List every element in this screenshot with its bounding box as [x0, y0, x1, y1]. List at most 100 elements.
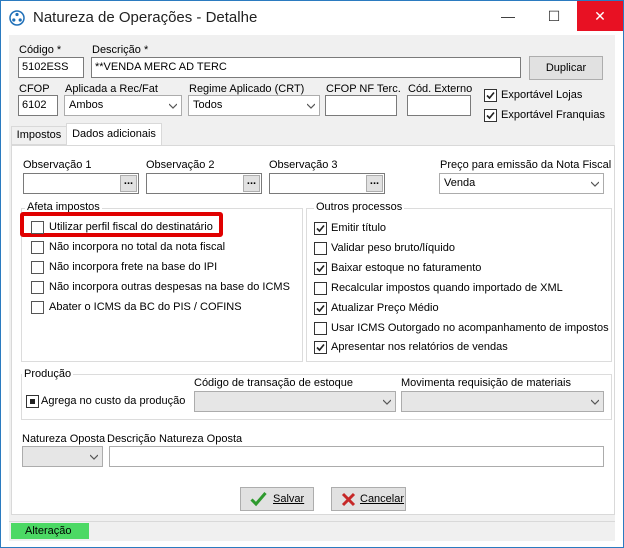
- natureza-oposta-label: Natureza Oposta: [22, 433, 106, 445]
- descricao-natureza-oposta-label: Descrição Natureza Oposta: [107, 433, 243, 445]
- checkmark-icon: [316, 343, 325, 352]
- status-bar: [9, 521, 615, 542]
- cancelar-label: Cancelar: [360, 493, 405, 505]
- movimenta-select[interactable]: [401, 391, 604, 412]
- outros-label-5: Atualizar Preço Médio: [331, 302, 439, 314]
- checkmark-icon: [250, 492, 267, 507]
- exportavel-lojas-checkbox[interactable]: [484, 89, 497, 102]
- checkmark-icon: [316, 264, 325, 273]
- close-icon: ✕: [594, 8, 606, 24]
- afeta-label-2: Não incorpora no total da nota fiscal: [49, 241, 226, 253]
- checkmark-icon: [316, 304, 325, 313]
- minimize-icon: —: [501, 8, 515, 24]
- cfop-nf-input[interactable]: [325, 95, 397, 116]
- cod-externo-input[interactable]: [407, 95, 471, 116]
- afeta-checkbox-1[interactable]: [31, 221, 44, 234]
- afeta-label-5: Abater o ICMS da BC do PIS / COFINS: [49, 301, 242, 313]
- chevron-down-icon: [591, 399, 599, 405]
- outros-label-3: Baixar estoque no faturamento: [331, 262, 482, 274]
- outros-checkbox-4[interactable]: [314, 282, 327, 295]
- cfop-label: CFOP: [19, 83, 50, 95]
- minimize-button[interactable]: —: [485, 1, 531, 31]
- outros-processos-title: Outros processos: [314, 201, 405, 213]
- natureza-oposta-select[interactable]: [22, 446, 103, 467]
- agrega-label: Agrega no custo da produção: [41, 395, 186, 407]
- aplicada-value: Ambos: [69, 99, 104, 111]
- preco-label: Preço para emissão da Nota Fiscal: [440, 159, 612, 171]
- producao-title: Produção: [22, 368, 74, 380]
- status-badge: Alteração: [11, 523, 89, 539]
- close-button[interactable]: ✕: [577, 1, 623, 31]
- agrega-checkbox[interactable]: [26, 395, 39, 408]
- window: Natureza de Operações - Detalhe — ☐ ✕ Có…: [0, 0, 624, 548]
- window-title: Natureza de Operações - Detalhe: [33, 9, 258, 26]
- chevron-down-icon: [307, 103, 315, 109]
- descricao-label: Descrição *: [92, 44, 149, 56]
- dialog-body: Código * 5102ESS Descrição * **VENDA MER…: [9, 35, 615, 541]
- exportavel-franquias-label: Exportável Franquias: [501, 109, 605, 121]
- chevron-down-icon: [591, 181, 599, 187]
- obs1-label: Observação 1: [23, 159, 92, 171]
- chevron-down-icon: [90, 454, 98, 460]
- chevron-down-icon: [169, 103, 177, 109]
- preco-select[interactable]: Venda: [439, 173, 604, 194]
- descricao-natureza-oposta-input[interactable]: [109, 446, 604, 467]
- cfop-input[interactable]: 6102: [18, 95, 58, 116]
- afeta-label-4: Não incorpora outras despesas na base do…: [49, 281, 290, 293]
- chevron-down-icon: [383, 399, 391, 405]
- exportavel-franquias-checkbox[interactable]: [484, 109, 497, 122]
- regime-label: Regime Aplicado (CRT): [189, 83, 305, 95]
- outros-checkbox-6[interactable]: [314, 322, 327, 335]
- afeta-checkbox-3[interactable]: [31, 261, 44, 274]
- preco-value: Venda: [444, 177, 476, 189]
- outros-label-1: Emitir título: [331, 222, 387, 234]
- title-bar[interactable]: Natureza de Operações - Detalhe — ☐ ✕: [1, 1, 623, 35]
- afeta-checkbox-2[interactable]: [31, 241, 44, 254]
- obs3-lookup-button[interactable]: ...: [366, 175, 383, 192]
- outros-label-4: Recalcular impostos quando importado de …: [331, 282, 563, 294]
- outros-label-2: Validar peso bruto/líquido: [331, 242, 455, 254]
- descricao-input[interactable]: **VENDA MERC AD TERC: [91, 57, 521, 78]
- duplicar-button[interactable]: Duplicar: [529, 56, 603, 80]
- outros-checkbox-3[interactable]: [314, 262, 327, 275]
- indeterminate-icon: [30, 399, 35, 404]
- exportavel-lojas-label: Exportável Lojas: [501, 89, 583, 101]
- afeta-checkbox-5[interactable]: [31, 301, 44, 314]
- outros-label-7: Apresentar nos relatórios de vendas: [331, 341, 508, 353]
- obs2-label: Observação 2: [146, 159, 215, 171]
- tab-dados-adicionais[interactable]: Dados adicionais: [66, 123, 162, 146]
- app-icon: [9, 10, 25, 26]
- outros-checkbox-5[interactable]: [314, 302, 327, 315]
- maximize-icon: ☐: [547, 8, 561, 24]
- cancelar-button[interactable]: Cancelar: [331, 487, 406, 511]
- regime-select[interactable]: Todos: [188, 95, 320, 116]
- outros-checkbox-1[interactable]: [314, 222, 327, 235]
- obs2-lookup-button[interactable]: ...: [243, 175, 260, 192]
- outros-checkbox-7[interactable]: [314, 341, 327, 354]
- checkmark-icon: [486, 111, 495, 120]
- outros-label-6: Usar ICMS Outorgado no acompanhamento de…: [331, 322, 609, 334]
- x-icon: [341, 492, 356, 507]
- codigo-transacao-select[interactable]: [194, 391, 396, 412]
- afeta-checkbox-4[interactable]: [31, 281, 44, 294]
- movimenta-label: Movimenta requisição de materiais: [401, 377, 571, 389]
- cod-externo-label: Cód. Externo: [408, 83, 473, 95]
- aplicada-label: Aplicada a Rec/Fat: [65, 83, 158, 95]
- afeta-label-1: Utilizar perfil fiscal do destinatário: [49, 221, 213, 233]
- outros-checkbox-2[interactable]: [314, 242, 327, 255]
- regime-value: Todos: [193, 99, 223, 111]
- cfop-nf-label: CFOP NF Terc.: [326, 83, 401, 95]
- aplicada-select[interactable]: Ambos: [64, 95, 182, 116]
- salvar-label: Salvar: [273, 493, 305, 505]
- codigo-label: Código *: [19, 44, 62, 56]
- checkmark-icon: [486, 91, 495, 100]
- tab-impostos[interactable]: Impostos: [11, 126, 67, 145]
- codigo-transacao-label: Código de transação de estoque: [194, 377, 354, 389]
- obs3-label: Observação 3: [269, 159, 338, 171]
- maximize-button[interactable]: ☐: [531, 1, 577, 31]
- obs1-lookup-button[interactable]: ...: [120, 175, 137, 192]
- afeta-label-3: Não incorpora frete na base do IPI: [49, 261, 218, 273]
- salvar-button[interactable]: Salvar: [240, 487, 314, 511]
- checkmark-icon: [316, 224, 325, 233]
- codigo-input[interactable]: 5102ESS: [18, 57, 84, 78]
